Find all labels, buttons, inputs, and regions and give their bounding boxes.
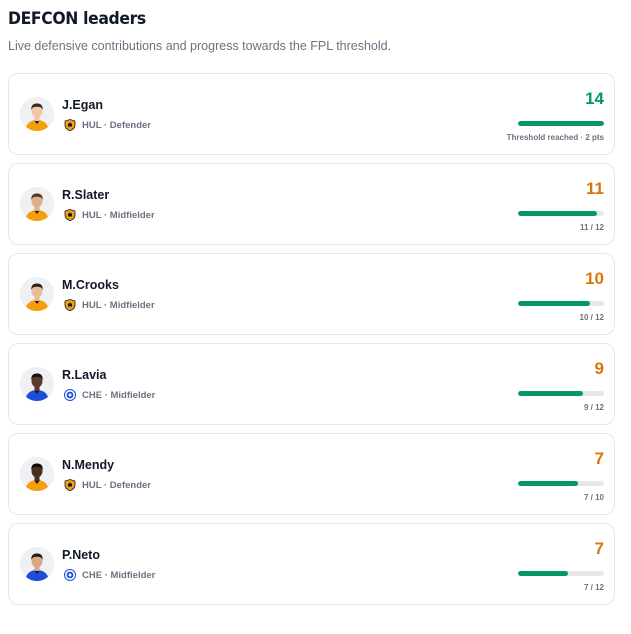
player-name: P.Neto: [62, 548, 100, 562]
page-title: DEFCON leaders: [8, 9, 146, 29]
page-header: DEFCON leaders Live defensive contributi…: [8, 8, 623, 54]
player-card[interactable]: R.Lavia CHE · Midfielder 9 9 / 12: [8, 343, 615, 425]
chelsea-crest-icon: [64, 569, 82, 581]
leaders-list: J.Egan HUL · Defender 14 Threshold reached …: [8, 73, 615, 613]
progress-caption: 7 / 10: [583, 493, 604, 502]
player-name: N.Mendy: [62, 458, 115, 472]
hull-crest-icon: [64, 299, 82, 311]
progress-bar-fill: [518, 481, 579, 486]
player-card[interactable]: N.Mendy HUL · Defender 7 7 / 10: [8, 433, 615, 515]
player-team-position: HUL · Defender: [82, 479, 151, 491]
defcon-progress: 11 11 / 12: [518, 178, 604, 234]
player-card[interactable]: P.Neto CHE · Midfielder 7 7 / 12: [8, 523, 615, 605]
progress-caption: 9 / 12: [583, 403, 604, 412]
progress-bar: [518, 571, 604, 576]
progress-bar-fill: [518, 391, 583, 396]
progress-bar: [518, 391, 604, 396]
player-avatar-icon: [20, 457, 54, 491]
progress-bar: [518, 211, 604, 216]
player-team-position: HUL · Midfielder: [82, 209, 155, 221]
player-meta: HUL · Midfielder: [64, 299, 155, 311]
hull-crest-icon: [64, 209, 82, 221]
defcon-progress: 10 10 / 12: [518, 268, 604, 324]
player-name: R.Slater: [62, 188, 110, 202]
player-team-position: HUL · Midfielder: [82, 299, 155, 311]
defcon-value: 11: [586, 179, 604, 198]
defcon-value: 7: [594, 449, 604, 468]
progress-bar: [518, 301, 604, 306]
progress-bar-fill: [518, 571, 569, 576]
page-subtitle: Live defensive contributions and progres…: [8, 39, 392, 53]
chelsea-crest-icon: [64, 389, 82, 401]
player-card[interactable]: M.Crooks HUL · Midfielder 10 10 / 12: [8, 253, 615, 335]
player-avatar-icon: [20, 367, 54, 401]
defcon-progress: 7 7 / 10: [518, 448, 604, 504]
player-avatar-icon: [20, 277, 54, 311]
player-card[interactable]: J.Egan HUL · Defender 14 Threshold reached …: [8, 73, 615, 155]
player-name: R.Lavia: [62, 368, 107, 382]
progress-caption: 10 / 12: [579, 313, 604, 322]
progress-caption: 7 / 12: [583, 583, 604, 592]
player-name: J.Egan: [62, 98, 103, 112]
progress-caption: 11 / 12: [579, 223, 604, 232]
defcon-progress: 7 7 / 12: [518, 538, 604, 594]
progress-bar-fill: [518, 301, 590, 306]
defcon-progress: 9 9 / 12: [518, 358, 604, 414]
player-card[interactable]: R.Slater HUL · Midfielder 11 11 / 12: [8, 163, 615, 245]
defcon-value: 14: [585, 89, 604, 108]
player-team-position: HUL · Defender: [82, 119, 151, 131]
player-avatar-icon: [20, 97, 54, 131]
progress-bar: [518, 121, 604, 126]
hull-crest-icon: [64, 119, 82, 131]
player-team-position: CHE · Midfielder: [82, 569, 156, 581]
defcon-value: 7: [594, 539, 604, 558]
player-meta: HUL · Defender: [64, 119, 151, 131]
player-meta: CHE · Midfielder: [64, 569, 155, 581]
progress-bar-fill: [518, 211, 597, 216]
hull-crest-icon: [64, 479, 82, 491]
player-meta: HUL · Midfielder: [64, 209, 155, 221]
player-meta: CHE · Midfielder: [64, 389, 155, 401]
defcon-value: 10: [585, 269, 604, 288]
defcon-value: 9: [594, 359, 604, 378]
player-avatar-icon: [20, 187, 54, 221]
player-meta: HUL · Defender: [64, 479, 151, 491]
progress-bar-fill: [518, 121, 604, 126]
progress-bar: [518, 481, 604, 486]
player-name: M.Crooks: [62, 278, 119, 292]
progress-caption: Threshold reached · 2 pts: [506, 133, 604, 142]
player-avatar-icon: [20, 547, 54, 581]
defcon-progress: 14 Threshold reached · 2 pts: [507, 88, 604, 144]
player-team-position: CHE · Midfielder: [82, 389, 156, 401]
